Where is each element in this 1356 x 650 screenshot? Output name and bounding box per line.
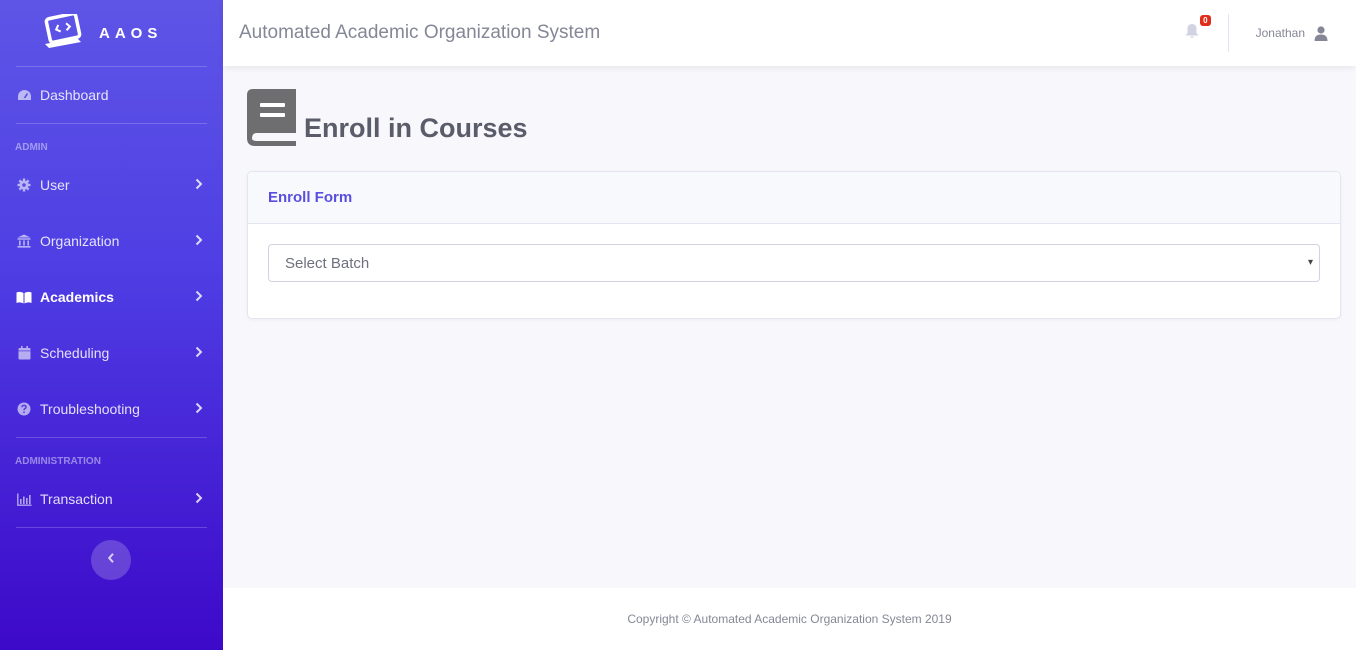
chevron-right-icon — [195, 402, 203, 417]
caret-down-icon: ▾ — [1307, 257, 1313, 268]
sidebar-item-label: Scheduling — [40, 345, 110, 361]
calendar-icon — [16, 345, 32, 361]
sidebar-item-organization[interactable]: Organization — [0, 213, 223, 269]
topbar-right: 0 Jonathan — [1180, 0, 1356, 66]
batch-select[interactable]: Select Batch ▾ — [268, 244, 1320, 282]
sidebar-item-troubleshooting[interactable]: Troubleshooting — [0, 381, 223, 437]
chevron-right-icon — [195, 178, 203, 193]
sidebar-section-heading: ADMIN — [15, 142, 48, 153]
footer: Copyright © Automated Academic Organizat… — [223, 588, 1356, 650]
sidebar-divider — [16, 527, 207, 528]
book-open-icon — [16, 289, 32, 305]
page-title: Enroll in Courses — [304, 113, 528, 143]
sidebar-item-label: Organization — [40, 233, 120, 249]
brand-name: AAOS — [99, 24, 163, 42]
sidebar-item-label: Troubleshooting — [40, 401, 140, 417]
user-icon — [1314, 25, 1328, 41]
sidebar-toggle-button[interactable] — [91, 540, 131, 580]
question-circle-icon — [16, 401, 32, 417]
enroll-form-card: Enroll Form Select Batch ▾ — [247, 171, 1341, 319]
book-icon — [247, 89, 297, 146]
bell-icon — [1185, 23, 1199, 44]
footer-copyright: Copyright © Automated Academic Organizat… — [627, 612, 952, 626]
card-title: Enroll Form — [268, 189, 353, 206]
batch-select-value: Select Batch — [285, 254, 370, 272]
bank-icon — [16, 233, 32, 249]
card-header: Enroll Form — [248, 172, 1340, 224]
sidebar-item-label: Dashboard — [40, 87, 109, 103]
notification-count-badge: 0 — [1200, 15, 1211, 26]
sidebar-item-academics[interactable]: Academics — [0, 269, 223, 325]
sidebar-item-label: Transaction — [40, 491, 113, 507]
page-heading: Enroll in Courses — [247, 89, 528, 146]
card-body: Select Batch ▾ — [248, 224, 1340, 302]
chevron-right-icon — [195, 290, 203, 305]
user-menu[interactable]: Jonathan — [1256, 25, 1328, 41]
gear-icon — [16, 177, 32, 193]
laptop-code-icon — [43, 11, 85, 52]
sidebar-item-label: User — [40, 177, 70, 193]
sidebar-item-scheduling[interactable]: Scheduling — [0, 325, 223, 381]
sidebar: AAOS Dashboard ADMIN User Organization A… — [0, 0, 223, 650]
chevron-left-icon — [107, 551, 115, 569]
topbar: Automated Academic Organization System 0… — [223, 0, 1356, 66]
topbar-divider — [1227, 14, 1229, 52]
sidebar-section-heading: ADMINISTRATION — [15, 456, 101, 467]
chevron-right-icon — [195, 492, 203, 507]
brand[interactable]: AAOS — [0, 0, 223, 66]
sidebar-item-dashboard[interactable]: Dashboard — [0, 67, 223, 123]
chevron-right-icon — [195, 346, 203, 361]
sidebar-item-transaction[interactable]: Transaction — [0, 471, 223, 527]
app-title: Automated Academic Organization System — [239, 22, 601, 43]
chevron-right-icon — [195, 234, 203, 249]
user-name: Jonathan — [1255, 26, 1305, 40]
chart-icon — [16, 491, 32, 507]
sidebar-item-label: Academics — [40, 289, 114, 305]
tachometer-icon — [16, 87, 32, 103]
sidebar-item-user[interactable]: User — [0, 157, 223, 213]
notifications-button[interactable]: 0 — [1180, 15, 1211, 45]
